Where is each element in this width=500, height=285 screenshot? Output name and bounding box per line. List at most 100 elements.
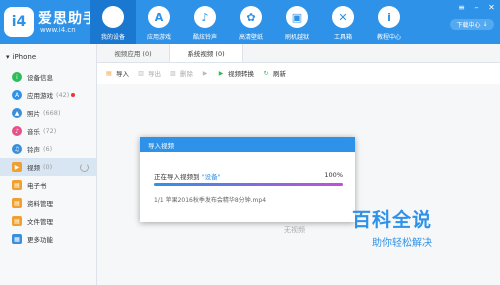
nav-item-0[interactable]: 我的设备 [90,0,136,44]
sidebar-item-count: (42) [56,91,70,99]
contacts-icon: ▤ [12,198,22,208]
sidebar-item-1[interactable]: A 应用游戏 (42) [0,86,96,104]
app-url: www.i4.cn [40,26,76,34]
sidebar-item-label: 更多功能 [27,236,53,244]
loading-spinner-icon [80,162,89,172]
nav-item-5[interactable]: ✕ 工具箱 [320,0,366,44]
watermark-title: 百科全说 [352,209,433,231]
toolbar-label: 导入 [116,70,129,78]
convert-icon: ▶ [218,69,224,77]
sidebar-item-label: 音乐 [27,128,40,136]
sidebar-item-2[interactable]: ▲ 照片 (668) [0,104,96,122]
sidebar-item-6[interactable]: ▤ 电子书 [0,176,96,194]
nav-item-label: 高清壁纸 [238,34,263,41]
progress-bar [154,183,343,186]
sidebar-item-label: 铃声 [27,146,40,154]
nav-item-6[interactable]: i 教程中心 [366,0,412,44]
toolbar-refresh-button[interactable]: ↻ 刷新 [262,68,286,79]
nav-item-label: 我的设备 [100,34,125,41]
notification-badge [71,93,76,97]
tab-1[interactable]: 系统视频 (0) [169,44,243,62]
minimize-icon[interactable]: – [472,3,481,12]
device-selector[interactable]: ▾ iPhone [6,53,36,61]
sidebar-item-label: 视频 [27,164,40,172]
sidebar-list: i 设备信息 A 应用游戏 (42) ▲ 照片 (668) ♪ 音乐 (72) ♫ 铃声 (6) ▶ 视频 (0… [0,68,96,248]
sidebar-item-count: (668) [43,109,61,117]
progress-bar-fill [154,183,343,186]
app-name: 爱思助手 [38,11,98,27]
nav-item-3[interactable]: ✿ 高清壁纸 [228,0,274,44]
nav-item-2[interactable]: ♪ 酷炫铃声 [182,0,228,44]
toolbar-export-button[interactable]: ▥ 导出 [137,68,161,79]
info-icon: i [378,6,400,28]
progress-device: "设备" [201,173,221,181]
tab-0[interactable]: 视频应用 (0) [97,44,169,62]
watermark-subtitle: 助你轻松解决 [372,238,432,249]
download-icon: ↓ [482,21,488,28]
music-icon: ♪ [12,126,22,136]
sidebar-item-0[interactable]: i 设备信息 [0,68,96,86]
import-file-name: 1/1 苹果2016秋季发布会精华8分钟.mp4 [154,197,267,204]
ringtone-icon: ♫ [12,144,22,154]
toolbar-label: 导出 [148,70,161,78]
sidebar-item-3[interactable]: ♪ 音乐 (72) [0,122,96,140]
dialog-header: 导入视频 [140,137,355,152]
sidebar-item-4[interactable]: ♫ 铃声 (6) [0,140,96,158]
sidebar-item-8[interactable]: ▤ 文件管理 [0,212,96,230]
chevron-down-icon: ▾ [6,53,10,61]
watermark: 百科全说 助你轻松解决 [352,205,480,263]
sidebar-item-label: 照片 [27,110,40,118]
appstore-icon: A [148,6,170,28]
toolbar-play-button[interactable]: ▶ [201,69,209,77]
nav-item-label: 教程中心 [376,34,401,41]
sidebar-item-9[interactable]: ▦ 更多功能 [0,230,96,248]
toolbar-import-button[interactable]: ▤ 导入 [105,68,129,79]
wallpaper-icon: ✿ [240,6,262,28]
sidebar-item-label: 文件管理 [27,218,53,226]
device-name: iPhone [12,53,37,61]
play-icon: ▶ [202,69,208,77]
video-toolbar: ▤ 导入 ▥ 导出 ▨ 删除 ▶ ▶ 视频转换 ↻ 刷新 [97,63,500,83]
more-icon: ▦ [12,234,22,244]
menu-icon[interactable]: ≡ [457,3,466,12]
nav-item-1[interactable]: A 应用游戏 [136,0,182,44]
bell-icon: ♪ [194,6,216,28]
download-center-button[interactable]: 下载中心 ↓ [450,19,494,30]
nav-item-label: 刷机越狱 [284,34,309,41]
box-icon: ▣ [286,6,308,28]
sidebar-item-count: (72) [43,127,57,135]
content-tabs: 视频应用 (0) 系统视频 (0) [97,44,500,63]
sidebar-item-label: 资料管理 [27,200,53,208]
toolbar-label: 刷新 [273,70,286,78]
window-controls: ≡ – ✕ [457,3,496,12]
apple-icon [102,6,124,28]
delete-icon: ▨ [170,69,176,77]
photo-icon: ▲ [12,108,22,118]
import-video-dialog: 导入视频 正在导入视频到 "设备" 100% 1/1 苹果2016秋季发布会精华… [140,137,355,222]
sidebar-item-label: 设备信息 [27,74,53,82]
sidebar: ▾ iPhone i 设备信息 A 应用游戏 (42) ▲ 照片 (668) ♪ 音乐 (72) ♫ 铃… [0,44,97,285]
close-icon[interactable]: ✕ [487,3,496,12]
nav-item-label: 酷炫铃声 [192,34,217,41]
refresh-icon: ↻ [263,69,269,77]
download-center-label: 下载中心 [456,22,481,29]
sidebar-item-7[interactable]: ▤ 资料管理 [0,194,96,212]
nav-item-label: 应用游戏 [146,34,171,41]
progress-status: 正在导入视频到 "设备" [154,171,221,181]
app-icon: A [12,90,22,100]
info-icon: i [12,72,22,82]
top-bar: i4 爱思助手 www.i4.cn 我的设备 A 应用游戏 ♪ 酷炫铃声 ✿ 高清壁纸 ▣ 刷机… [0,0,500,44]
dialog-title: 导入视频 [148,141,174,150]
toolbar-convert-button[interactable]: ▶ 视频转换 [217,68,254,79]
sidebar-item-count: (6) [43,145,53,153]
export-icon: ▥ [138,69,144,77]
folder-icon: ▤ [12,216,22,226]
import-icon: ▤ [106,69,112,77]
sidebar-item-5[interactable]: ▶ 视频 (0) [0,158,96,176]
main-nav: 我的设备 A 应用游戏 ♪ 酷炫铃声 ✿ 高清壁纸 ▣ 刷机越狱 ✕ 工具箱 i 教程中心 [90,0,412,44]
toolbar-delete-button[interactable]: ▨ 删除 [169,68,193,79]
sidebar-item-count: (0) [43,163,53,171]
nav-item-4[interactable]: ▣ 刷机越狱 [274,0,320,44]
book-icon: ▤ [12,180,22,190]
progress-percent: 100% [324,171,343,179]
